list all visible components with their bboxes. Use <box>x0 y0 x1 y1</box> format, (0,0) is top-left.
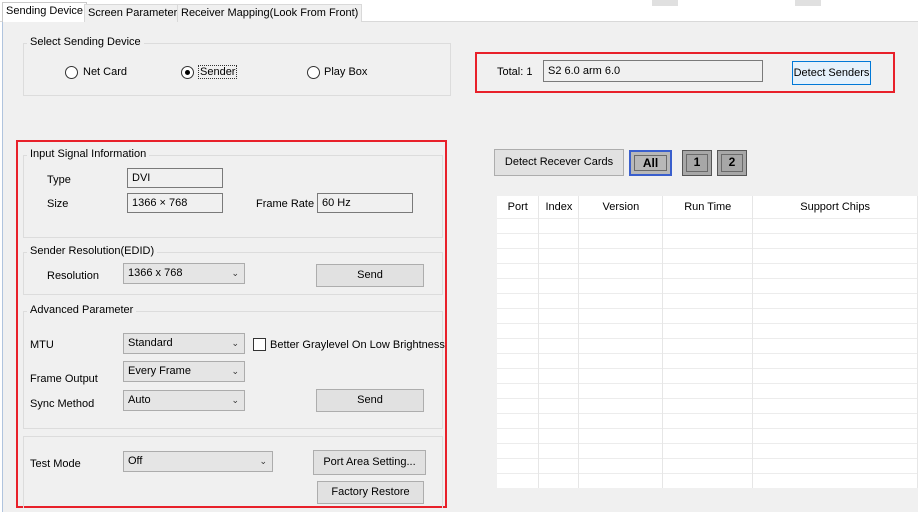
tab-screen-parameters[interactable]: Screen Parameters <box>84 4 187 23</box>
factory-restore-button[interactable]: Factory Restore <box>317 481 424 504</box>
tab-receiver-mapping[interactable]: Receiver Mapping(Look From Front) <box>177 4 363 23</box>
receiver-cards-table[interactable]: Port Index Version Run Time Support Chip… <box>497 196 918 488</box>
column-header-index[interactable]: Index <box>538 196 580 218</box>
table-row[interactable] <box>497 457 918 473</box>
play-box-label[interactable]: Play Box <box>324 65 367 79</box>
frame-rate-label: Frame Rate <box>256 198 315 210</box>
sender-label[interactable]: Sender <box>198 65 238 79</box>
table-row[interactable] <box>497 442 918 458</box>
test-mode-label: Test Mode <box>30 458 81 470</box>
group-legend: Advanced Parameter <box>27 304 137 316</box>
chevron-down-icon: ⌄ <box>231 366 239 376</box>
table-header-row: Port Index Version Run Time Support Chip… <box>497 196 918 218</box>
chevron-down-icon: ⌄ <box>231 338 239 348</box>
better-graylevel-label[interactable]: Better Graylevel On Low Brightness <box>270 338 445 352</box>
sync-method-label: Sync Method <box>30 398 95 410</box>
group-legend: Input Signal Information <box>27 148 150 160</box>
type-label: Type <box>47 174 71 186</box>
detect-receiver-cards-button[interactable]: Detect Recever Cards <box>494 149 624 176</box>
size-field: 1366 × 768 <box>127 193 223 213</box>
resolution-dropdown[interactable]: 1366 x 768 ⌄ <box>123 263 245 284</box>
tab-sending-device[interactable]: Sending Device <box>2 2 88 23</box>
resolution-send-button[interactable]: Send <box>316 264 424 287</box>
sender-list-field[interactable]: S2 6.0 arm 6.0 <box>543 60 763 82</box>
frame-rate-field: 60 Hz <box>317 193 413 213</box>
sender-radio[interactable] <box>181 66 194 79</box>
table-row[interactable] <box>497 322 918 338</box>
frame-output-label: Frame Output <box>30 373 98 385</box>
table-row[interactable] <box>497 382 918 398</box>
group-legend: Sender Resolution(EDID) <box>27 245 158 257</box>
play-box-radio[interactable] <box>307 66 320 79</box>
mtu-dropdown[interactable]: Standard ⌄ <box>123 333 245 354</box>
table-row[interactable] <box>497 367 918 383</box>
table-row[interactable] <box>497 277 918 293</box>
port-2-button[interactable]: 2 <box>717 150 747 176</box>
table-row[interactable] <box>497 292 918 308</box>
chevron-down-icon: ⌄ <box>231 395 239 405</box>
chevron-down-icon: ⌄ <box>231 268 239 278</box>
resolution-label: Resolution <box>47 270 99 282</box>
all-ports-button[interactable]: All <box>629 150 672 176</box>
port-2-label: 2 <box>721 154 743 172</box>
sync-method-value: Auto <box>128 394 151 406</box>
port-1-button[interactable]: 1 <box>682 150 712 176</box>
table-row[interactable] <box>497 412 918 428</box>
table-row[interactable] <box>497 397 918 413</box>
table-row[interactable] <box>497 307 918 323</box>
test-mode-dropdown[interactable]: Off ⌄ <box>123 451 273 472</box>
type-field: DVI <box>127 168 223 188</box>
table-row[interactable] <box>497 232 918 248</box>
group-legend: Select Sending Device <box>27 36 144 48</box>
window-control-fragment <box>652 0 678 6</box>
port-area-setting-button[interactable]: Port Area Setting... <box>313 450 426 475</box>
table-row[interactable] <box>497 337 918 353</box>
advanced-send-button[interactable]: Send <box>316 389 424 412</box>
table-row[interactable] <box>497 247 918 263</box>
net-card-label[interactable]: Net Card <box>83 65 127 79</box>
better-graylevel-checkbox[interactable] <box>253 338 266 351</box>
column-header-run-time[interactable]: Run Time <box>662 196 754 218</box>
frame-output-dropdown[interactable]: Every Frame ⌄ <box>123 361 245 382</box>
frame-output-value: Every Frame <box>128 365 191 377</box>
net-card-radio[interactable] <box>65 66 78 79</box>
sync-method-dropdown[interactable]: Auto ⌄ <box>123 390 245 411</box>
mtu-value: Standard <box>128 337 173 349</box>
table-row[interactable] <box>497 472 918 488</box>
all-ports-label: All <box>634 155 667 171</box>
size-label: Size <box>47 198 69 210</box>
chevron-down-icon: ⌄ <box>259 456 267 466</box>
tab-bar: Sending Device Screen Parameters Receive… <box>0 0 918 23</box>
column-header-port[interactable]: Port <box>497 196 540 218</box>
table-row[interactable] <box>497 352 918 368</box>
table-row[interactable] <box>497 427 918 443</box>
table-row[interactable] <box>497 262 918 278</box>
total-label: Total: 1 <box>497 66 533 78</box>
window-control-fragment <box>795 0 821 6</box>
port-1-label: 1 <box>686 154 708 172</box>
resolution-value: 1366 x 768 <box>128 267 183 279</box>
column-header-version[interactable]: Version <box>578 196 664 218</box>
detect-senders-button[interactable]: Detect Senders <box>792 61 871 85</box>
mtu-label: MTU <box>30 339 54 351</box>
table-row[interactable] <box>497 217 918 233</box>
column-header-support-chips[interactable]: Support Chips <box>752 196 918 218</box>
test-mode-value: Off <box>128 455 143 467</box>
